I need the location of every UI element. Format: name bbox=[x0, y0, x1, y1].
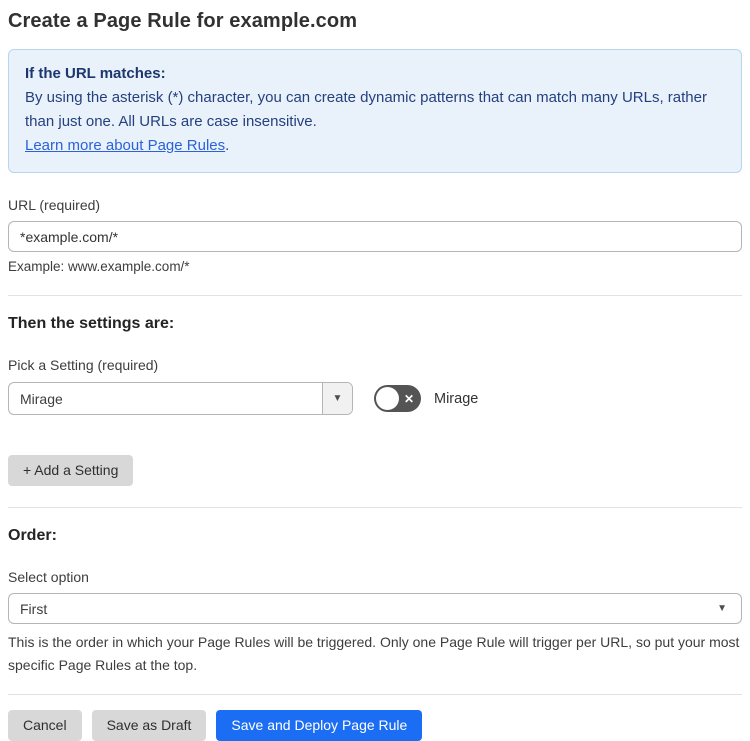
toggle-off-x-icon: ✕ bbox=[403, 391, 414, 406]
setting-select-value: Mirage bbox=[20, 390, 63, 407]
setting-select-arrow-button[interactable]: ▼ bbox=[322, 383, 352, 414]
setting-picker-label: Pick a Setting (required) bbox=[8, 357, 159, 373]
add-setting-button[interactable]: + Add a Setting bbox=[8, 455, 134, 486]
info-box-body: By using the asterisk (*) character, you… bbox=[25, 86, 725, 158]
info-box-body-text: By using the asterisk (*) character, you… bbox=[25, 89, 707, 130]
footer-button-row: Cancel Save as Draft Save and Deploy Pag… bbox=[8, 710, 742, 741]
learn-more-link[interactable]: Learn more about Page Rules bbox=[25, 137, 225, 154]
divider bbox=[8, 694, 742, 695]
divider bbox=[8, 507, 742, 508]
save-as-draft-button[interactable]: Save as Draft bbox=[91, 710, 207, 741]
divider bbox=[8, 295, 742, 296]
chevron-down-icon: ▼ bbox=[332, 392, 343, 404]
url-match-info-box: If the URL matches: By using the asteris… bbox=[8, 49, 742, 173]
chevron-down-icon: ▼ bbox=[717, 602, 727, 614]
url-field-label: URL (required) bbox=[8, 197, 101, 213]
mirage-toggle-group: ✕ Mirage bbox=[374, 385, 478, 412]
toggle-label: Mirage bbox=[434, 390, 479, 407]
setting-select[interactable]: Mirage ▼ bbox=[8, 382, 353, 415]
toggle-knob bbox=[376, 387, 399, 410]
info-box-heading: If the URL matches: bbox=[25, 65, 166, 82]
order-section-heading: Order: bbox=[8, 527, 57, 544]
create-page-rule-form: Create a Page Rule for example.com If th… bbox=[0, 0, 750, 741]
order-select-label: Select option bbox=[8, 569, 89, 585]
settings-section-heading: Then the settings are: bbox=[8, 315, 175, 332]
url-field-helper: Example: www.example.com/* bbox=[8, 259, 190, 274]
url-input[interactable] bbox=[8, 221, 742, 252]
order-select-value: First bbox=[20, 600, 48, 617]
cancel-button[interactable]: Cancel bbox=[8, 710, 82, 741]
order-helper-text: This is the order in which your Page Rul… bbox=[8, 634, 740, 673]
order-select[interactable]: First ▼ bbox=[8, 593, 742, 624]
link-suffix: . bbox=[225, 137, 230, 154]
mirage-toggle[interactable]: ✕ bbox=[374, 385, 421, 412]
setting-row: Mirage ▼ ✕ Mirage bbox=[8, 382, 742, 415]
save-and-deploy-button[interactable]: Save and Deploy Page Rule bbox=[216, 710, 423, 741]
page-title: Create a Page Rule for example.com bbox=[8, 10, 358, 32]
